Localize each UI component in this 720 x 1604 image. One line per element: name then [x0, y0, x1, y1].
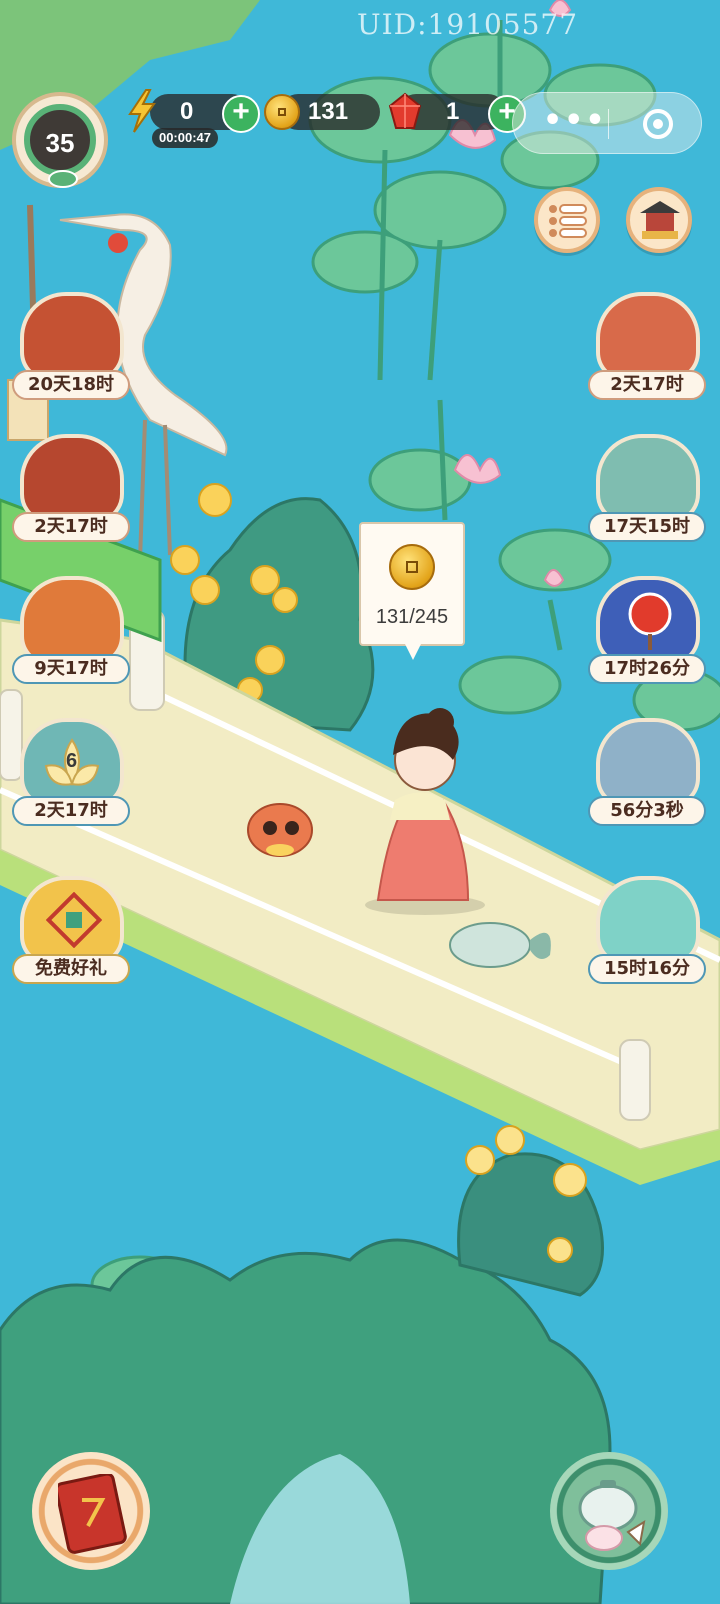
tea-set-event-icon — [20, 434, 124, 524]
event-fan[interactable]: 17时26分 — [588, 576, 706, 688]
phoenix-event-icon — [20, 576, 124, 666]
coin-icon — [389, 544, 435, 590]
player-level-avatar[interactable]: 35 — [12, 92, 108, 188]
event-treasure-box[interactable]: 56分3秒 — [588, 718, 706, 830]
event-book[interactable]: 20天18时 — [12, 292, 130, 404]
book-event-icon — [20, 292, 124, 382]
event-lotus[interactable]: 6 2天17时 — [12, 718, 130, 830]
capsule-divider — [608, 109, 609, 139]
coin-value: 131 — [308, 98, 349, 125]
target-icon[interactable] — [643, 109, 673, 139]
add-energy-button[interactable]: + — [222, 95, 260, 133]
frog-ornament-icon — [48, 170, 78, 188]
event-timer: 17时26分 — [588, 654, 706, 684]
game-scene: UID:19105577 35 0 + 00:00:47 131 1 + ••• — [0, 0, 720, 1604]
event-timer: 9天17时 — [12, 654, 130, 684]
event-timer: 2天17时 — [12, 512, 130, 542]
red-cat-pet — [247, 803, 313, 857]
event-timer: 15时16分 — [588, 954, 706, 984]
fan-event-icon — [596, 576, 700, 666]
event-timer: 20天18时 — [12, 370, 130, 400]
red-fan-icon — [628, 592, 672, 650]
cat-fan-event-icon — [596, 292, 700, 382]
knot-icon — [46, 892, 102, 948]
event-cat-gift[interactable]: 15时16分 — [588, 876, 706, 988]
red-gem-icon — [388, 92, 422, 129]
lotus-event-icon: 6 — [20, 718, 124, 808]
cat-bath-event-icon — [596, 434, 700, 524]
red-book-button[interactable] — [32, 1452, 150, 1570]
energy-timer: 00:00:47 — [152, 128, 218, 148]
list-menu-icon — [549, 204, 587, 238]
red-book-icon — [58, 1474, 127, 1554]
list-menu-button[interactable] — [534, 187, 600, 253]
lightning-icon — [128, 89, 156, 133]
event-cat-bath[interactable]: 17天15时 — [588, 434, 706, 546]
gem-value: 1 — [446, 98, 460, 125]
cat-gift-event-icon — [596, 876, 700, 966]
more-dots-icon[interactable]: ••• — [543, 103, 607, 138]
level-ring: 35 — [24, 104, 96, 176]
lotus-badge-count: 6 — [66, 750, 78, 772]
event-phoenix[interactable]: 9天17时 — [12, 576, 130, 688]
event-tea-set[interactable]: 2天17时 — [12, 434, 130, 546]
treasure-box-event-icon — [596, 718, 700, 808]
event-timer: 2天17时 — [12, 796, 130, 826]
coin-icon — [264, 94, 300, 130]
level-number: 35 — [45, 128, 75, 158]
event-free-gift[interactable]: 免费好礼 — [12, 876, 130, 988]
coin-progress-tooltip: 131/245 — [359, 522, 465, 660]
pavilion-shop-icon — [640, 201, 680, 239]
event-cat-fan[interactable]: 2天17时 — [588, 292, 706, 404]
event-timer: 17天15时 — [588, 512, 706, 542]
player-uid: UID:19105577 — [357, 8, 579, 41]
teapot-rabbit-icon — [578, 1480, 646, 1551]
teapot-rabbit-button[interactable] — [550, 1452, 668, 1570]
energy-value: 0 — [180, 98, 194, 125]
free-gift-icon — [20, 876, 124, 966]
event-timer: 2天17时 — [588, 370, 706, 400]
event-timer: 56分3秒 — [588, 796, 706, 826]
mini-program-capsule: ••• — [512, 92, 702, 154]
pavilion-shop-button[interactable] — [626, 187, 692, 253]
event-label: 免费好礼 — [12, 954, 130, 984]
coin-progress-text: 131/245 — [375, 606, 449, 628]
